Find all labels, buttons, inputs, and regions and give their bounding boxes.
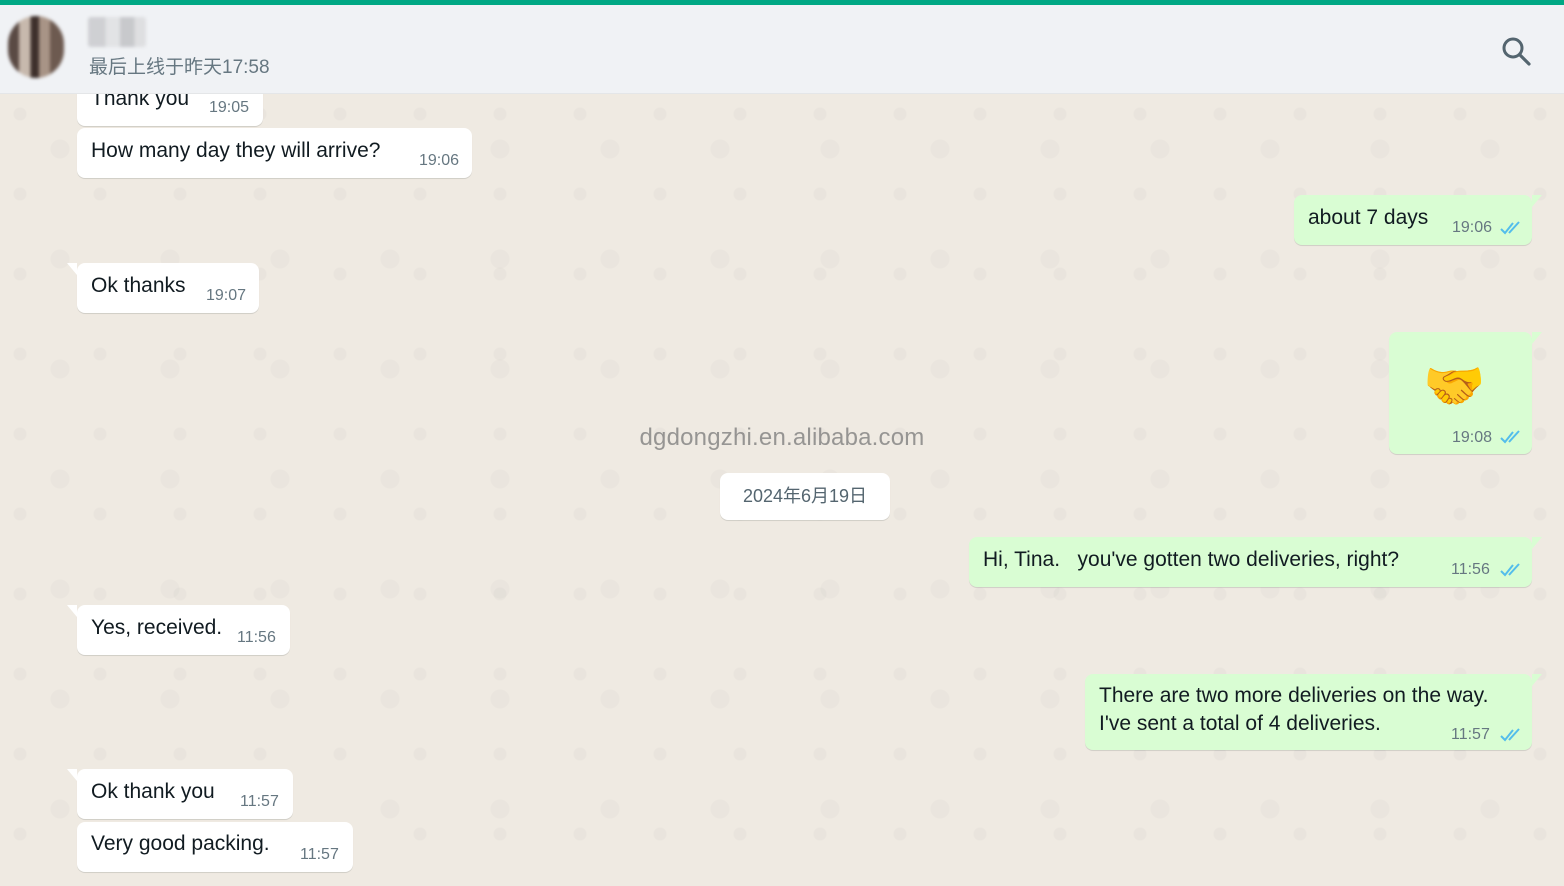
handshake-emoji: 🤝 <box>1423 358 1486 414</box>
contact-name-blurred[interactable] <box>88 17 146 47</box>
message-text: Ok thank you <box>91 780 215 803</box>
outgoing-message[interactable]: Hi, Tina. you've gotten two deliveries, … <box>969 537 1542 587</box>
last-seen-status: 最后上线于昨天17:58 <box>89 57 270 78</box>
chat-header[interactable]: 最后上线于昨天17:58 <box>0 5 1564 94</box>
message-time: 11:57 <box>300 846 339 863</box>
outgoing-message[interactable]: There are two more deliveries on the way… <box>1085 674 1542 750</box>
message-time: 11:56 <box>237 629 276 646</box>
incoming-message[interactable]: How many day they will arrive? 19:06 <box>77 128 472 178</box>
message-time: 11:56 <box>1451 561 1490 578</box>
incoming-message[interactable]: Ok thank you 11:57 <box>67 769 293 819</box>
read-receipt-icon <box>1500 221 1520 235</box>
contact-avatar[interactable] <box>8 16 64 78</box>
incoming-message[interactable]: Yes, received. 11:56 <box>67 605 290 655</box>
message-text: Yes, received. <box>91 616 223 639</box>
message-time: 19:06 <box>1452 219 1493 236</box>
incoming-message[interactable]: Ok thanks 19:07 <box>67 263 259 313</box>
message-time: 11:57 <box>240 793 279 810</box>
message-time: 19:05 <box>209 99 250 116</box>
read-receipt-icon <box>1500 563 1520 577</box>
message-time: 11:57 <box>1451 726 1490 743</box>
message-text: How many day they will arrive? <box>91 139 381 162</box>
incoming-message[interactable]: Very good packing. 11:57 <box>77 822 353 872</box>
message-time: 19:07 <box>206 287 247 304</box>
read-receipt-icon <box>1500 728 1520 742</box>
outgoing-message[interactable]: about 7 days 19:06 <box>1294 195 1542 245</box>
message-text: about 7 days <box>1308 206 1429 229</box>
message-text-line-1: There are two more deliveries on the way… <box>1099 684 1489 707</box>
incoming-message[interactable]: Thank you 19:05 <box>77 94 263 126</box>
message-text: Very good packing. <box>91 832 270 855</box>
watermark-text: dgdongzhi.en.alibaba.com <box>639 424 925 451</box>
message-text: Ok thanks <box>91 274 186 297</box>
message-text-line-2: I've sent a total of 4 deliveries. <box>1099 712 1381 735</box>
date-divider: 2024年6月19日 <box>720 473 890 520</box>
message-time: 19:06 <box>419 152 460 169</box>
search-icon[interactable] <box>1500 35 1532 67</box>
message-text: Hi, Tina. you've gotten two deliveries, … <box>983 548 1400 571</box>
message-text: Thank you <box>91 94 190 110</box>
message-list[interactable]: Thank you 19:05 How many day they will a… <box>0 94 1564 886</box>
